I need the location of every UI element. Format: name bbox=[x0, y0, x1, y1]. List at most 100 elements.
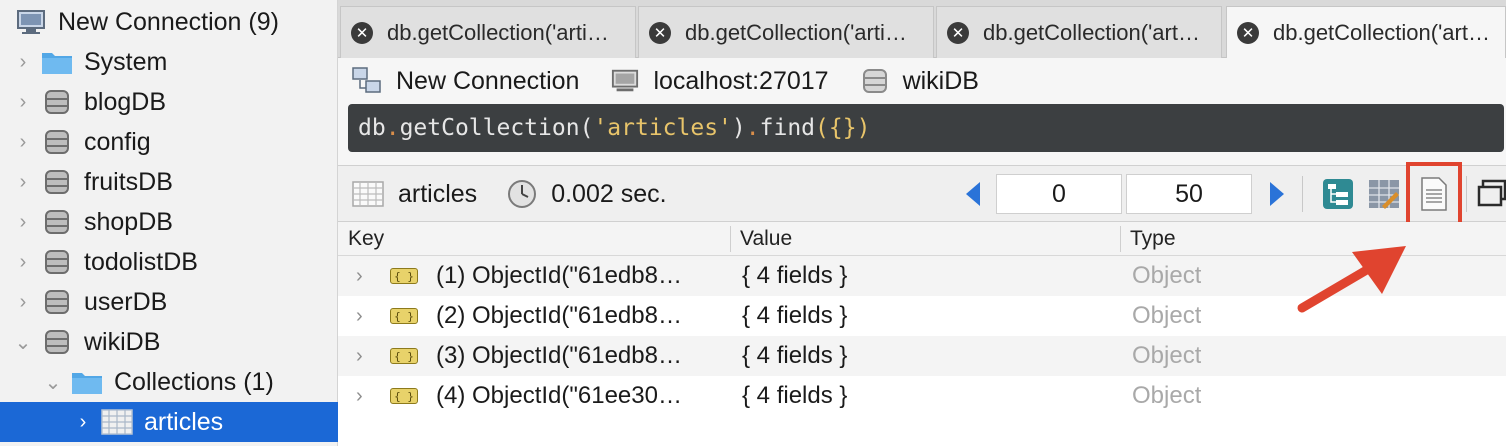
table-row[interactable]: › { } (4) ObjectId("61ee30… { 4 fields }… bbox=[338, 376, 1506, 416]
monitor-icon bbox=[611, 68, 639, 94]
row-type: Object bbox=[1132, 382, 1202, 409]
database-info: wikiDB bbox=[861, 67, 979, 96]
column-header-value[interactable]: Value bbox=[730, 222, 792, 256]
query-method: find bbox=[759, 115, 816, 141]
tree-item-label: userDB bbox=[84, 287, 168, 316]
tab-label: db.getCollection('art… bbox=[1273, 20, 1490, 45]
row-value: { 4 fields } bbox=[742, 302, 848, 329]
connection-info: New Connection bbox=[352, 67, 579, 96]
query-dot: . bbox=[745, 115, 760, 141]
database-icon bbox=[40, 87, 74, 117]
database-icon bbox=[40, 247, 74, 277]
tree-item-config[interactable]: › config bbox=[0, 122, 338, 162]
table-row[interactable]: › { } (1) ObjectId("61edb8… { 4 fields }… bbox=[338, 256, 1506, 296]
maximize-button[interactable] bbox=[1474, 176, 1506, 212]
chevron-right-icon[interactable]: › bbox=[12, 42, 34, 82]
collection-icon bbox=[100, 407, 134, 437]
query-paren: ) bbox=[856, 115, 871, 141]
table-row[interactable]: › { } (3) ObjectId("61edb8… { 4 fields }… bbox=[338, 336, 1506, 376]
tree-view-icon bbox=[1323, 179, 1353, 209]
close-icon[interactable]: ✕ bbox=[649, 21, 671, 44]
row-type: Object bbox=[1132, 302, 1202, 329]
database-label: wikiDB bbox=[902, 66, 979, 95]
tree-item-shopdb[interactable]: › shopDB bbox=[0, 202, 338, 242]
chevron-down-icon[interactable]: ⌄ bbox=[42, 362, 64, 402]
tab-query-2[interactable]: ✕ db.getCollection('arti… bbox=[638, 6, 934, 58]
tree-item-system[interactable]: › System bbox=[0, 42, 338, 82]
tree-view-button[interactable] bbox=[1320, 176, 1356, 212]
connection-name: New Connection bbox=[396, 66, 580, 95]
tab-query-3[interactable]: ✕ db.getCollection('art… bbox=[936, 6, 1222, 58]
limit-input[interactable]: 50 bbox=[1126, 174, 1252, 214]
row-key: (1) ObjectId("61edb8… bbox=[436, 262, 682, 289]
skip-input[interactable]: 0 bbox=[996, 174, 1122, 214]
folder-icon bbox=[40, 47, 74, 77]
table-row[interactable]: › { } (2) ObjectId("61edb8… { 4 fields }… bbox=[338, 296, 1506, 336]
expand-chevron-icon[interactable]: › bbox=[356, 336, 363, 376]
tree-item-label: blogDB bbox=[84, 87, 166, 116]
connection-bar: New Connection localhost:27017 wikiDB bbox=[338, 58, 1506, 104]
column-header-key[interactable]: Key bbox=[338, 222, 384, 256]
results-collection: articles bbox=[398, 179, 478, 208]
table-view-icon bbox=[1369, 180, 1399, 209]
query-time: 0.002 sec. bbox=[551, 179, 667, 208]
tree-item-todolistdb[interactable]: › todolistDB bbox=[0, 242, 338, 282]
network-icon bbox=[352, 67, 382, 95]
row-value: { 4 fields } bbox=[742, 342, 848, 369]
expand-chevron-icon[interactable]: › bbox=[356, 296, 363, 336]
tree-item-label: wikiDB bbox=[84, 327, 161, 356]
close-icon[interactable]: ✕ bbox=[947, 21, 969, 44]
chevron-right-icon[interactable]: › bbox=[12, 282, 34, 322]
object-icon: { } bbox=[390, 256, 418, 296]
query-editor[interactable]: db. getCollection('articles'). find({}) bbox=[348, 104, 1504, 152]
tree-item-label: System bbox=[84, 47, 168, 76]
query-string: 'articles' bbox=[593, 115, 732, 141]
next-page-button[interactable] bbox=[1270, 182, 1284, 206]
tree-connection[interactable]: New Connection (9) bbox=[0, 2, 338, 42]
database-icon bbox=[40, 127, 74, 157]
tree-item-label: fruitsDB bbox=[84, 167, 173, 196]
close-icon[interactable]: ✕ bbox=[1237, 22, 1259, 44]
maximize-icon bbox=[1477, 179, 1506, 207]
tree-item-label: articles bbox=[144, 407, 224, 436]
expand-chevron-icon[interactable]: › bbox=[356, 256, 363, 296]
chevron-right-icon[interactable]: › bbox=[12, 82, 34, 122]
chevron-right-icon[interactable]: › bbox=[72, 402, 94, 442]
prev-page-button[interactable] bbox=[966, 182, 980, 206]
column-header-type[interactable]: Type bbox=[1120, 222, 1176, 256]
row-key: (4) ObjectId("61ee30… bbox=[436, 382, 682, 409]
expand-chevron-icon[interactable]: › bbox=[356, 376, 363, 416]
object-icon: { } bbox=[390, 336, 418, 376]
chevron-right-icon[interactable]: › bbox=[12, 162, 34, 202]
tab-query-4[interactable]: ✕ db.getCollection('art… bbox=[1226, 6, 1506, 59]
tree-item-wikidb[interactable]: ⌄ wikiDB bbox=[0, 322, 338, 362]
table-empty-area bbox=[338, 416, 1506, 446]
query-braces: {} bbox=[828, 115, 857, 141]
clock-icon bbox=[507, 179, 537, 209]
tree-item-label: todolistDB bbox=[84, 247, 198, 276]
chevron-down-icon[interactable]: ⌄ bbox=[12, 322, 34, 362]
object-icon: { } bbox=[390, 376, 418, 416]
chevron-right-icon[interactable]: › bbox=[12, 122, 34, 162]
tree-item-articles[interactable]: › articles bbox=[0, 402, 338, 442]
database-icon bbox=[861, 67, 889, 95]
query-paren: ( bbox=[579, 115, 594, 141]
query-db: db bbox=[358, 115, 386, 141]
table-header: Key Value Type bbox=[338, 222, 1506, 256]
row-key: (2) ObjectId("61edb8… bbox=[436, 302, 682, 329]
chevron-right-icon[interactable]: › bbox=[12, 242, 34, 282]
chevron-right-icon[interactable]: › bbox=[12, 202, 34, 242]
row-key: (3) ObjectId("61edb8… bbox=[436, 342, 682, 369]
results-toolbar: articles 0.002 sec. 0 50 bbox=[338, 162, 1506, 232]
toolbar-divider bbox=[1302, 176, 1303, 212]
tree-item-label: shopDB bbox=[84, 207, 173, 236]
close-icon[interactable]: ✕ bbox=[351, 21, 373, 44]
sidebar: New Connection (9) › System › blogDB › c… bbox=[0, 0, 338, 446]
tree-item-fruitsdb[interactable]: › fruitsDB bbox=[0, 162, 338, 202]
tree-item-userdb[interactable]: › userDB bbox=[0, 282, 338, 322]
tree-item-blogdb[interactable]: › blogDB bbox=[0, 82, 338, 122]
table-view-button[interactable] bbox=[1366, 176, 1402, 212]
tab-query-1[interactable]: ✕ db.getCollection('arti… bbox=[340, 6, 636, 58]
tree-item-collections[interactable]: ⌄ Collections (1) bbox=[0, 362, 338, 402]
database-icon bbox=[40, 207, 74, 237]
